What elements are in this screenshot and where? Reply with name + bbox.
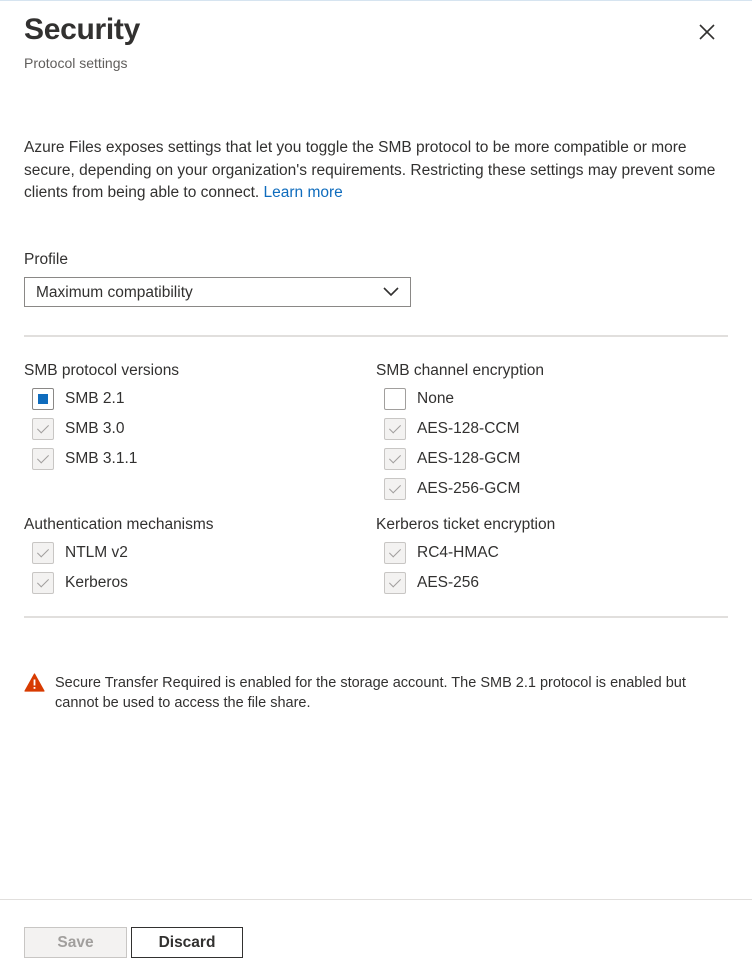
- profile-selected-value: Maximum compatibility: [36, 284, 193, 301]
- checkbox-label: NTLM v2: [65, 544, 128, 561]
- discard-button[interactable]: Discard: [131, 927, 243, 958]
- checkbox-box: [32, 448, 54, 470]
- checkbox-smb-3-0[interactable]: SMB 3.0: [24, 417, 124, 441]
- checkbox-box: [32, 572, 54, 594]
- chevron-down-icon: [383, 287, 399, 297]
- checkbox-label: AES-128-GCM: [417, 450, 521, 467]
- checkbox-rc4-hmac[interactable]: RC4-HMAC: [376, 541, 499, 565]
- warning-text: Secure Transfer Required is enabled for …: [55, 675, 686, 711]
- auth-mechanisms-title: Authentication mechanisms: [24, 516, 214, 533]
- checkbox-label: SMB 2.1: [65, 390, 125, 407]
- checkbox-smb-3-1-1[interactable]: SMB 3.1.1: [24, 447, 137, 471]
- checkbox-box: [32, 542, 54, 564]
- checkbox-label: SMB 3.1.1: [65, 450, 138, 467]
- security-panel: Security Protocol settings Azure Files e…: [0, 0, 752, 977]
- checkbox-box: [32, 388, 54, 410]
- close-icon: [699, 24, 715, 40]
- checkbox-box: [384, 388, 406, 410]
- intro-text: Azure Files exposes settings that let yo…: [24, 137, 724, 205]
- checkbox-aes-256-gcm[interactable]: AES-256-GCM: [376, 477, 520, 501]
- intro-description: Azure Files exposes settings that let yo…: [24, 139, 716, 201]
- checkbox-box: [384, 478, 406, 500]
- profile-label: Profile: [24, 251, 68, 268]
- checkbox-label: RC4-HMAC: [417, 544, 499, 561]
- smb-versions-title: SMB protocol versions: [24, 362, 180, 379]
- checkbox-label: Kerberos: [65, 574, 128, 591]
- page-subtitle: Protocol settings: [24, 55, 128, 71]
- checkbox-box: [384, 572, 406, 594]
- close-button[interactable]: [694, 19, 720, 45]
- checkbox-label: AES-128-CCM: [417, 420, 520, 437]
- checkbox-label: SMB 3.0: [65, 420, 125, 437]
- checkbox-none[interactable]: None: [376, 387, 454, 411]
- checkbox-label: None: [417, 390, 455, 407]
- checkbox-box: [32, 418, 54, 440]
- warning-icon: [24, 673, 45, 692]
- checkbox-smb-2-1[interactable]: SMB 2.1: [24, 387, 124, 411]
- learn-more-link[interactable]: Learn more: [264, 184, 343, 201]
- checkbox-box: [384, 418, 406, 440]
- divider-bottom: [24, 616, 728, 618]
- checkbox-label: AES-256: [417, 574, 480, 591]
- page-title: Security: [24, 13, 140, 46]
- checkbox-ntlm-v2[interactable]: NTLM v2: [24, 541, 128, 565]
- profile-dropdown[interactable]: Maximum compatibility: [24, 277, 411, 307]
- checkbox-label: AES-256-GCM: [417, 480, 521, 497]
- checkbox-kerberos[interactable]: Kerberos: [24, 571, 128, 595]
- channel-encryption-title: SMB channel encryption: [376, 362, 545, 379]
- footer-divider: [0, 899, 752, 900]
- kerberos-encryption-title: Kerberos ticket encryption: [376, 516, 556, 533]
- divider-top: [24, 335, 728, 337]
- checkbox-aes-256[interactable]: AES-256: [376, 571, 479, 595]
- checkbox-aes-128-gcm[interactable]: AES-128-GCM: [376, 447, 520, 471]
- checkbox-box: [384, 448, 406, 470]
- checkbox-aes-128-ccm[interactable]: AES-128-CCM: [376, 417, 520, 441]
- checkbox-box: [384, 542, 406, 564]
- save-button[interactable]: Save: [24, 927, 127, 958]
